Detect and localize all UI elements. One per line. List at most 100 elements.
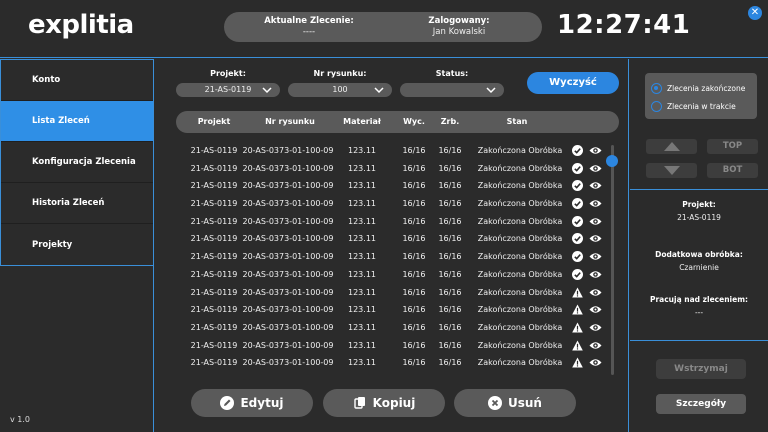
table-row[interactable]: 21-AS-0119 20-AS-0373-01-100-09 123.11 16/1… [176, 213, 606, 231]
cell-state: Zakończona Obróbka [477, 181, 563, 191]
warning-icon [572, 357, 583, 368]
cell-drawing: 20-AS-0373-01-100-09 [242, 287, 334, 297]
eye-icon[interactable] [589, 304, 602, 315]
cell-project: 21-AS-0119 [190, 340, 238, 350]
cell-drawing: 20-AS-0373-01-100-09 [242, 340, 334, 350]
cell-drawing: 20-AS-0373-01-100-09 [242, 146, 334, 155]
table-row[interactable]: 21-AS-0119 20-AS-0373-01-100-09 123.11 16/1… [176, 160, 606, 178]
cell-state: Zakończona Obróbka [477, 287, 563, 297]
copy-button[interactable]: Kopiuj [323, 389, 445, 417]
cell-done: 16/16 [438, 181, 462, 191]
header: explitia Aktualne Zlecenie: ---- Zalogow… [0, 0, 768, 58]
details-button[interactable]: Szczegóły [656, 394, 746, 414]
eye-icon[interactable] [589, 269, 602, 280]
radio-in-progress[interactable]: Zlecenia w trakcie [651, 99, 736, 113]
column-header-material[interactable]: Materiał [340, 111, 384, 133]
table-row[interactable]: 21-AS-0119 20-AS-0373-01-100-09 123.11 16/1… [176, 354, 606, 372]
column-header-cut[interactable]: Wyc. [398, 111, 430, 133]
chevron-down-icon [374, 87, 384, 94]
project-filter-label: Projekt: [210, 69, 246, 78]
eye-icon[interactable] [589, 180, 602, 191]
cell-material: 123.11 [348, 358, 376, 368]
sidebar-item-projekty[interactable]: Projekty [1, 224, 153, 265]
cell-project: 21-AS-0119 [190, 216, 238, 226]
cell-material: 123.11 [348, 287, 376, 297]
check-circle-icon [572, 251, 583, 263]
cell-material: 123.11 [348, 216, 376, 226]
project-filter-select[interactable]: 21-AS-0119 [176, 83, 280, 97]
table-row[interactable]: 21-AS-0119 20-AS-0373-01-100-09 123.11 16/1… [176, 177, 606, 195]
cell-done: 16/16 [438, 216, 462, 226]
cell-drawing: 20-AS-0373-01-100-09 [242, 199, 334, 209]
column-header-drawing[interactable]: Nr rysunku [242, 111, 338, 133]
column-header-project[interactable]: Projekt [188, 111, 240, 133]
clear-filters-button[interactable]: Wyczyść [527, 72, 619, 94]
table-row[interactable]: 21-AS-0119 20-AS-0373-01-100-09 123.11 16/1… [176, 337, 606, 355]
drawing-filter-select[interactable]: 100 [288, 83, 392, 97]
top-button[interactable]: TOP [707, 139, 758, 154]
eye-icon[interactable] [589, 322, 602, 333]
scrollbar-track[interactable] [611, 145, 614, 375]
eye-icon[interactable] [589, 145, 602, 156]
cell-project: 21-AS-0119 [190, 269, 238, 279]
sidebar: Konto Lista Zleceń Konfiguracja Zlecenia… [0, 59, 154, 432]
cell-state: Zakończona Obróbka [477, 146, 563, 155]
edit-button[interactable]: Edytuj [191, 389, 313, 417]
cell-project: 21-AS-0119 [190, 163, 238, 173]
drawing-filter-label: Nr rysunku: [313, 69, 367, 78]
table-row[interactable]: 21-AS-0119 20-AS-0373-01-100-09 123.11 16/1… [176, 230, 606, 248]
cell-cut: 16/16 [402, 305, 426, 315]
delete-button[interactable]: Usuń [454, 389, 576, 417]
table-row[interactable]: 21-AS-0119 20-AS-0373-01-100-09 123.11 16/1… [176, 142, 606, 160]
cell-done: 16/16 [438, 269, 462, 279]
triangle-up-icon [663, 142, 680, 151]
workers-value: --- [694, 308, 704, 317]
eye-icon[interactable] [589, 198, 602, 209]
scroll-down-button[interactable] [646, 163, 697, 178]
cell-drawing: 20-AS-0373-01-100-09 [242, 216, 334, 226]
table-row[interactable]: 21-AS-0119 20-AS-0373-01-100-09 123.11 16/1… [176, 284, 606, 302]
sidebar-item-lista-zlecen[interactable]: Lista Zleceń [1, 101, 153, 142]
sidebar-item-konfiguracja[interactable]: Konfiguracja Zlecenia [1, 142, 153, 183]
sidebar-item-label: Historia Zleceń [32, 198, 105, 208]
eye-icon[interactable] [589, 163, 602, 174]
cell-material: 123.11 [348, 146, 376, 155]
scrollbar-thumb[interactable] [606, 155, 618, 167]
cell-state: Zakończona Obróbka [477, 358, 563, 368]
cell-drawing: 20-AS-0373-01-100-09 [242, 181, 334, 191]
close-icon[interactable]: ✕ [748, 6, 762, 20]
sidebar-item-konto[interactable]: Konto [1, 60, 153, 101]
table-row[interactable]: 21-AS-0119 20-AS-0373-01-100-09 123.11 16/1… [176, 195, 606, 213]
eye-icon[interactable] [589, 287, 602, 298]
cell-done: 16/16 [438, 340, 462, 350]
sidebar-item-historia[interactable]: Historia Zleceń [1, 183, 153, 224]
app-version: v 1.0 [10, 415, 30, 424]
cell-cut: 16/16 [402, 322, 426, 332]
table-row[interactable]: 21-AS-0119 20-AS-0373-01-100-09 123.11 16/1… [176, 266, 606, 284]
cell-material: 123.11 [348, 340, 376, 350]
column-header-state[interactable]: Stan [472, 111, 562, 133]
status-filter-select[interactable] [400, 83, 504, 97]
column-header-done[interactable]: Zrb. [434, 111, 466, 133]
eye-icon[interactable] [589, 251, 602, 262]
bot-button[interactable]: BOT [707, 163, 758, 178]
cell-drawing: 20-AS-0373-01-100-09 [242, 322, 334, 332]
cell-state: Zakończona Obróbka [477, 340, 563, 350]
table-row[interactable]: 21-AS-0119 20-AS-0373-01-100-09 123.11 16/1… [176, 319, 606, 337]
eye-icon[interactable] [589, 216, 602, 227]
table-row[interactable]: 21-AS-0119 20-AS-0373-01-100-09 123.11 16/1… [176, 301, 606, 319]
workers-label: Pracują nad zleceniem: [649, 295, 749, 304]
radio-completed[interactable]: Zlecenia zakończone [651, 81, 745, 95]
cell-project: 21-AS-0119 [190, 305, 238, 315]
table-row[interactable]: 21-AS-0119 20-AS-0373-01-100-09 123.11 16/1… [176, 248, 606, 266]
cell-material: 123.11 [348, 163, 376, 173]
sidebar-nav: Konto Lista Zleceń Konfiguracja Zlecenia… [0, 59, 154, 266]
extra-processing-label: Dodatkowa obróbka: [655, 250, 743, 259]
eye-icon[interactable] [589, 357, 602, 368]
eye-icon[interactable] [589, 233, 602, 244]
scroll-up-button[interactable] [646, 139, 697, 154]
pause-button[interactable]: Wstrzymaj [656, 359, 746, 379]
cell-material: 123.11 [348, 199, 376, 209]
cell-drawing: 20-AS-0373-01-100-09 [242, 163, 334, 173]
eye-icon[interactable] [589, 340, 602, 351]
